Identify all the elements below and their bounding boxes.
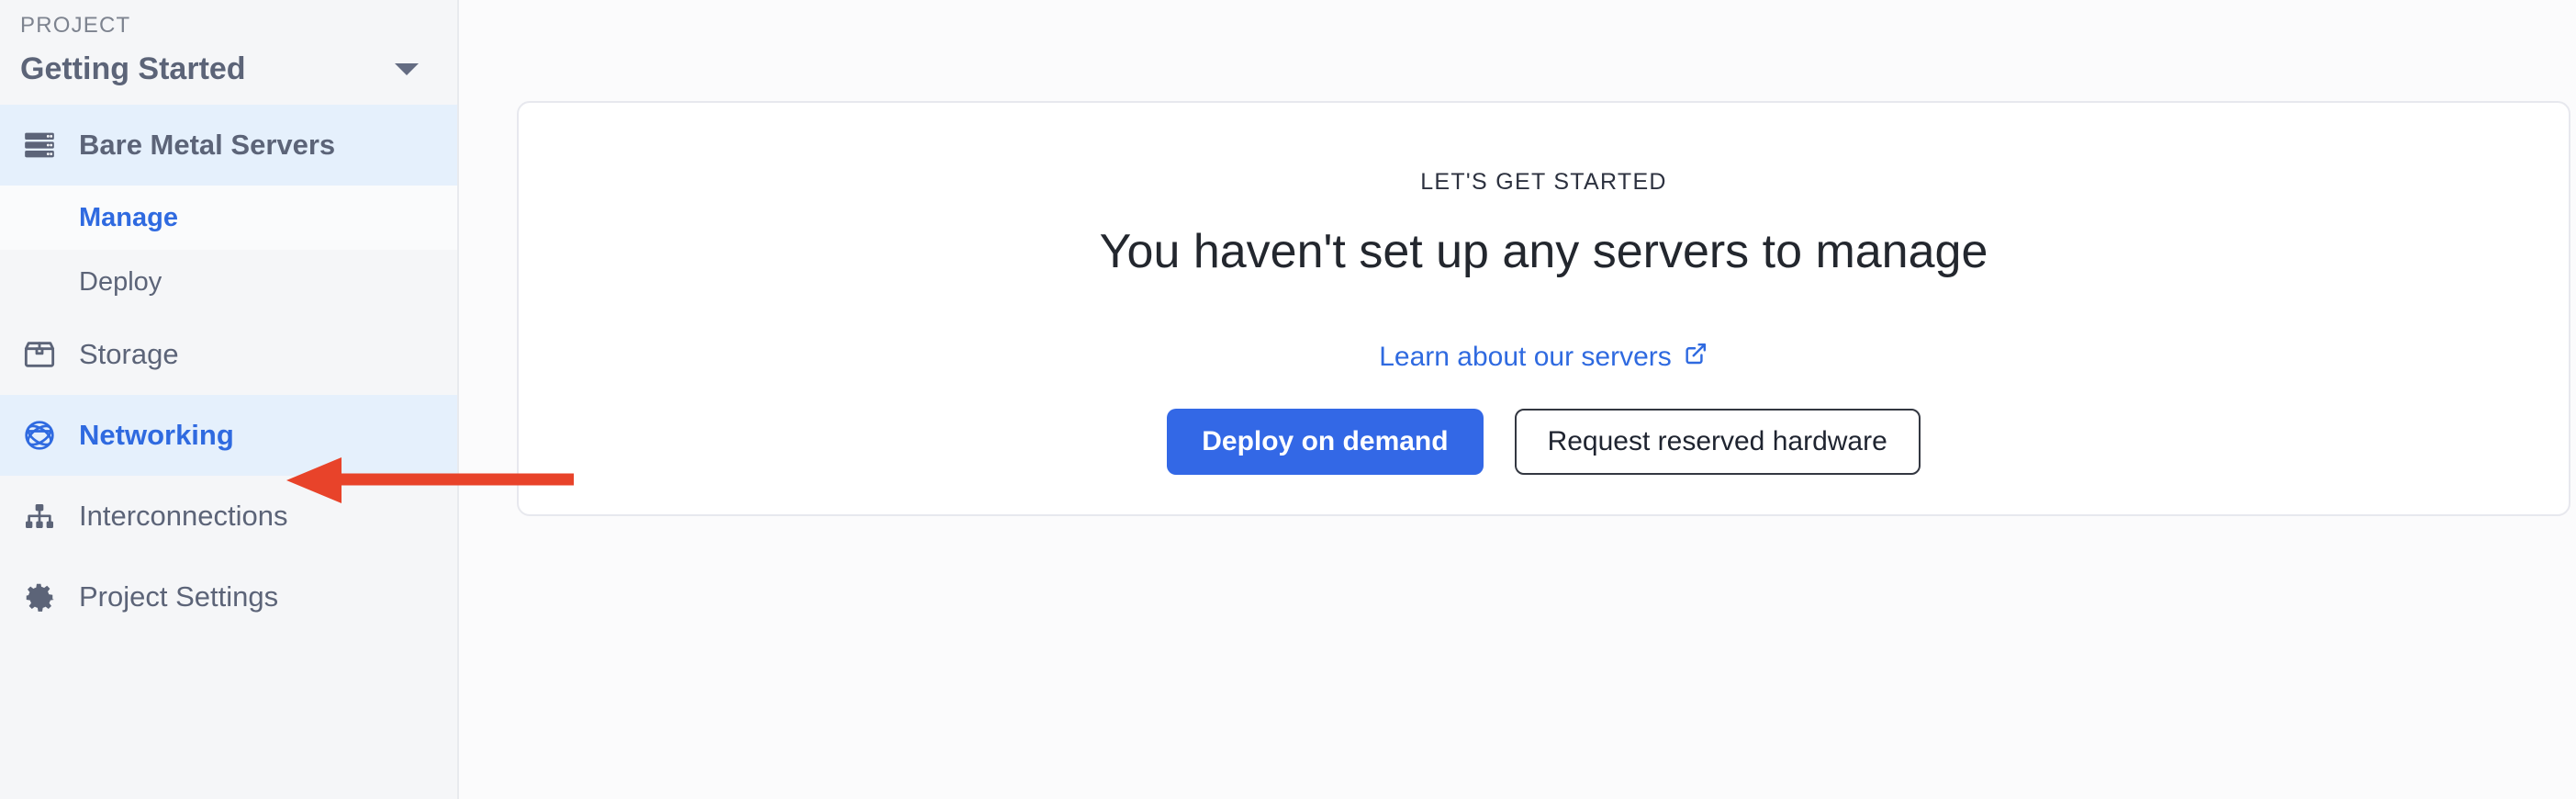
deploy-on-demand-button[interactable]: Deploy on demand — [1167, 408, 1484, 475]
sidebar-item-bare-metal-servers[interactable]: Bare Metal Servers — [0, 105, 457, 186]
project-name: Getting Started — [20, 51, 246, 86]
sidebar-subitem-label: Deploy — [79, 266, 162, 297]
page-title: You haven't set up any servers to manage — [1099, 225, 1988, 278]
empty-state-actions: Deploy on demand Request reserved hardwa… — [1167, 408, 1921, 475]
sidebar: PROJECT Getting Started Bare Metal Serve… — [0, 0, 459, 799]
empty-state-card: LET'S GET STARTED You haven't set up any… — [517, 101, 2570, 516]
request-reserved-hardware-button[interactable]: Request reserved hardware — [1514, 408, 1921, 475]
box-icon — [20, 335, 59, 374]
sidebar-section-label: PROJECT — [20, 13, 131, 38]
sidebar-item-project-settings[interactable]: Project Settings — [0, 557, 457, 637]
sidebar-item-interconnections[interactable]: Interconnections — [0, 476, 457, 557]
chevron-down-icon[interactable] — [395, 62, 419, 75]
sidebar-subitem-manage[interactable]: Manage — [0, 186, 457, 250]
sidebar-item-storage[interactable]: Storage — [0, 314, 457, 395]
sidebar-item-label: Interconnections — [79, 500, 288, 532]
server-icon — [20, 126, 59, 164]
sidebar-item-label: Project Settings — [79, 580, 279, 613]
sidebar-subitem-label: Manage — [79, 202, 178, 232]
learn-about-servers-link[interactable]: Learn about our servers — [1379, 341, 1708, 374]
globe-icon — [20, 416, 59, 455]
gear-icon — [20, 578, 59, 616]
empty-state-eyebrow: LET'S GET STARTED — [1420, 169, 1667, 195]
sidebar-item-networking[interactable]: Networking — [0, 395, 457, 476]
sidebar-nav: Bare Metal Servers Manage Deploy Storage… — [0, 105, 457, 637]
external-link-icon — [1683, 341, 1708, 374]
main-content: LET'S GET STARTED You haven't set up any… — [459, 0, 2576, 799]
learn-link-label: Learn about our servers — [1379, 341, 1672, 372]
sidebar-item-label: Storage — [79, 338, 179, 370]
sidebar-subitem-deploy[interactable]: Deploy — [0, 250, 457, 314]
sidebar-item-label: Networking — [79, 419, 234, 451]
project-switcher[interactable]: Getting Started — [0, 37, 457, 105]
app-root: PROJECT Getting Started Bare Metal Serve… — [0, 0, 2576, 799]
sidebar-item-label: Bare Metal Servers — [79, 129, 336, 161]
hierarchy-icon — [20, 497, 59, 535]
